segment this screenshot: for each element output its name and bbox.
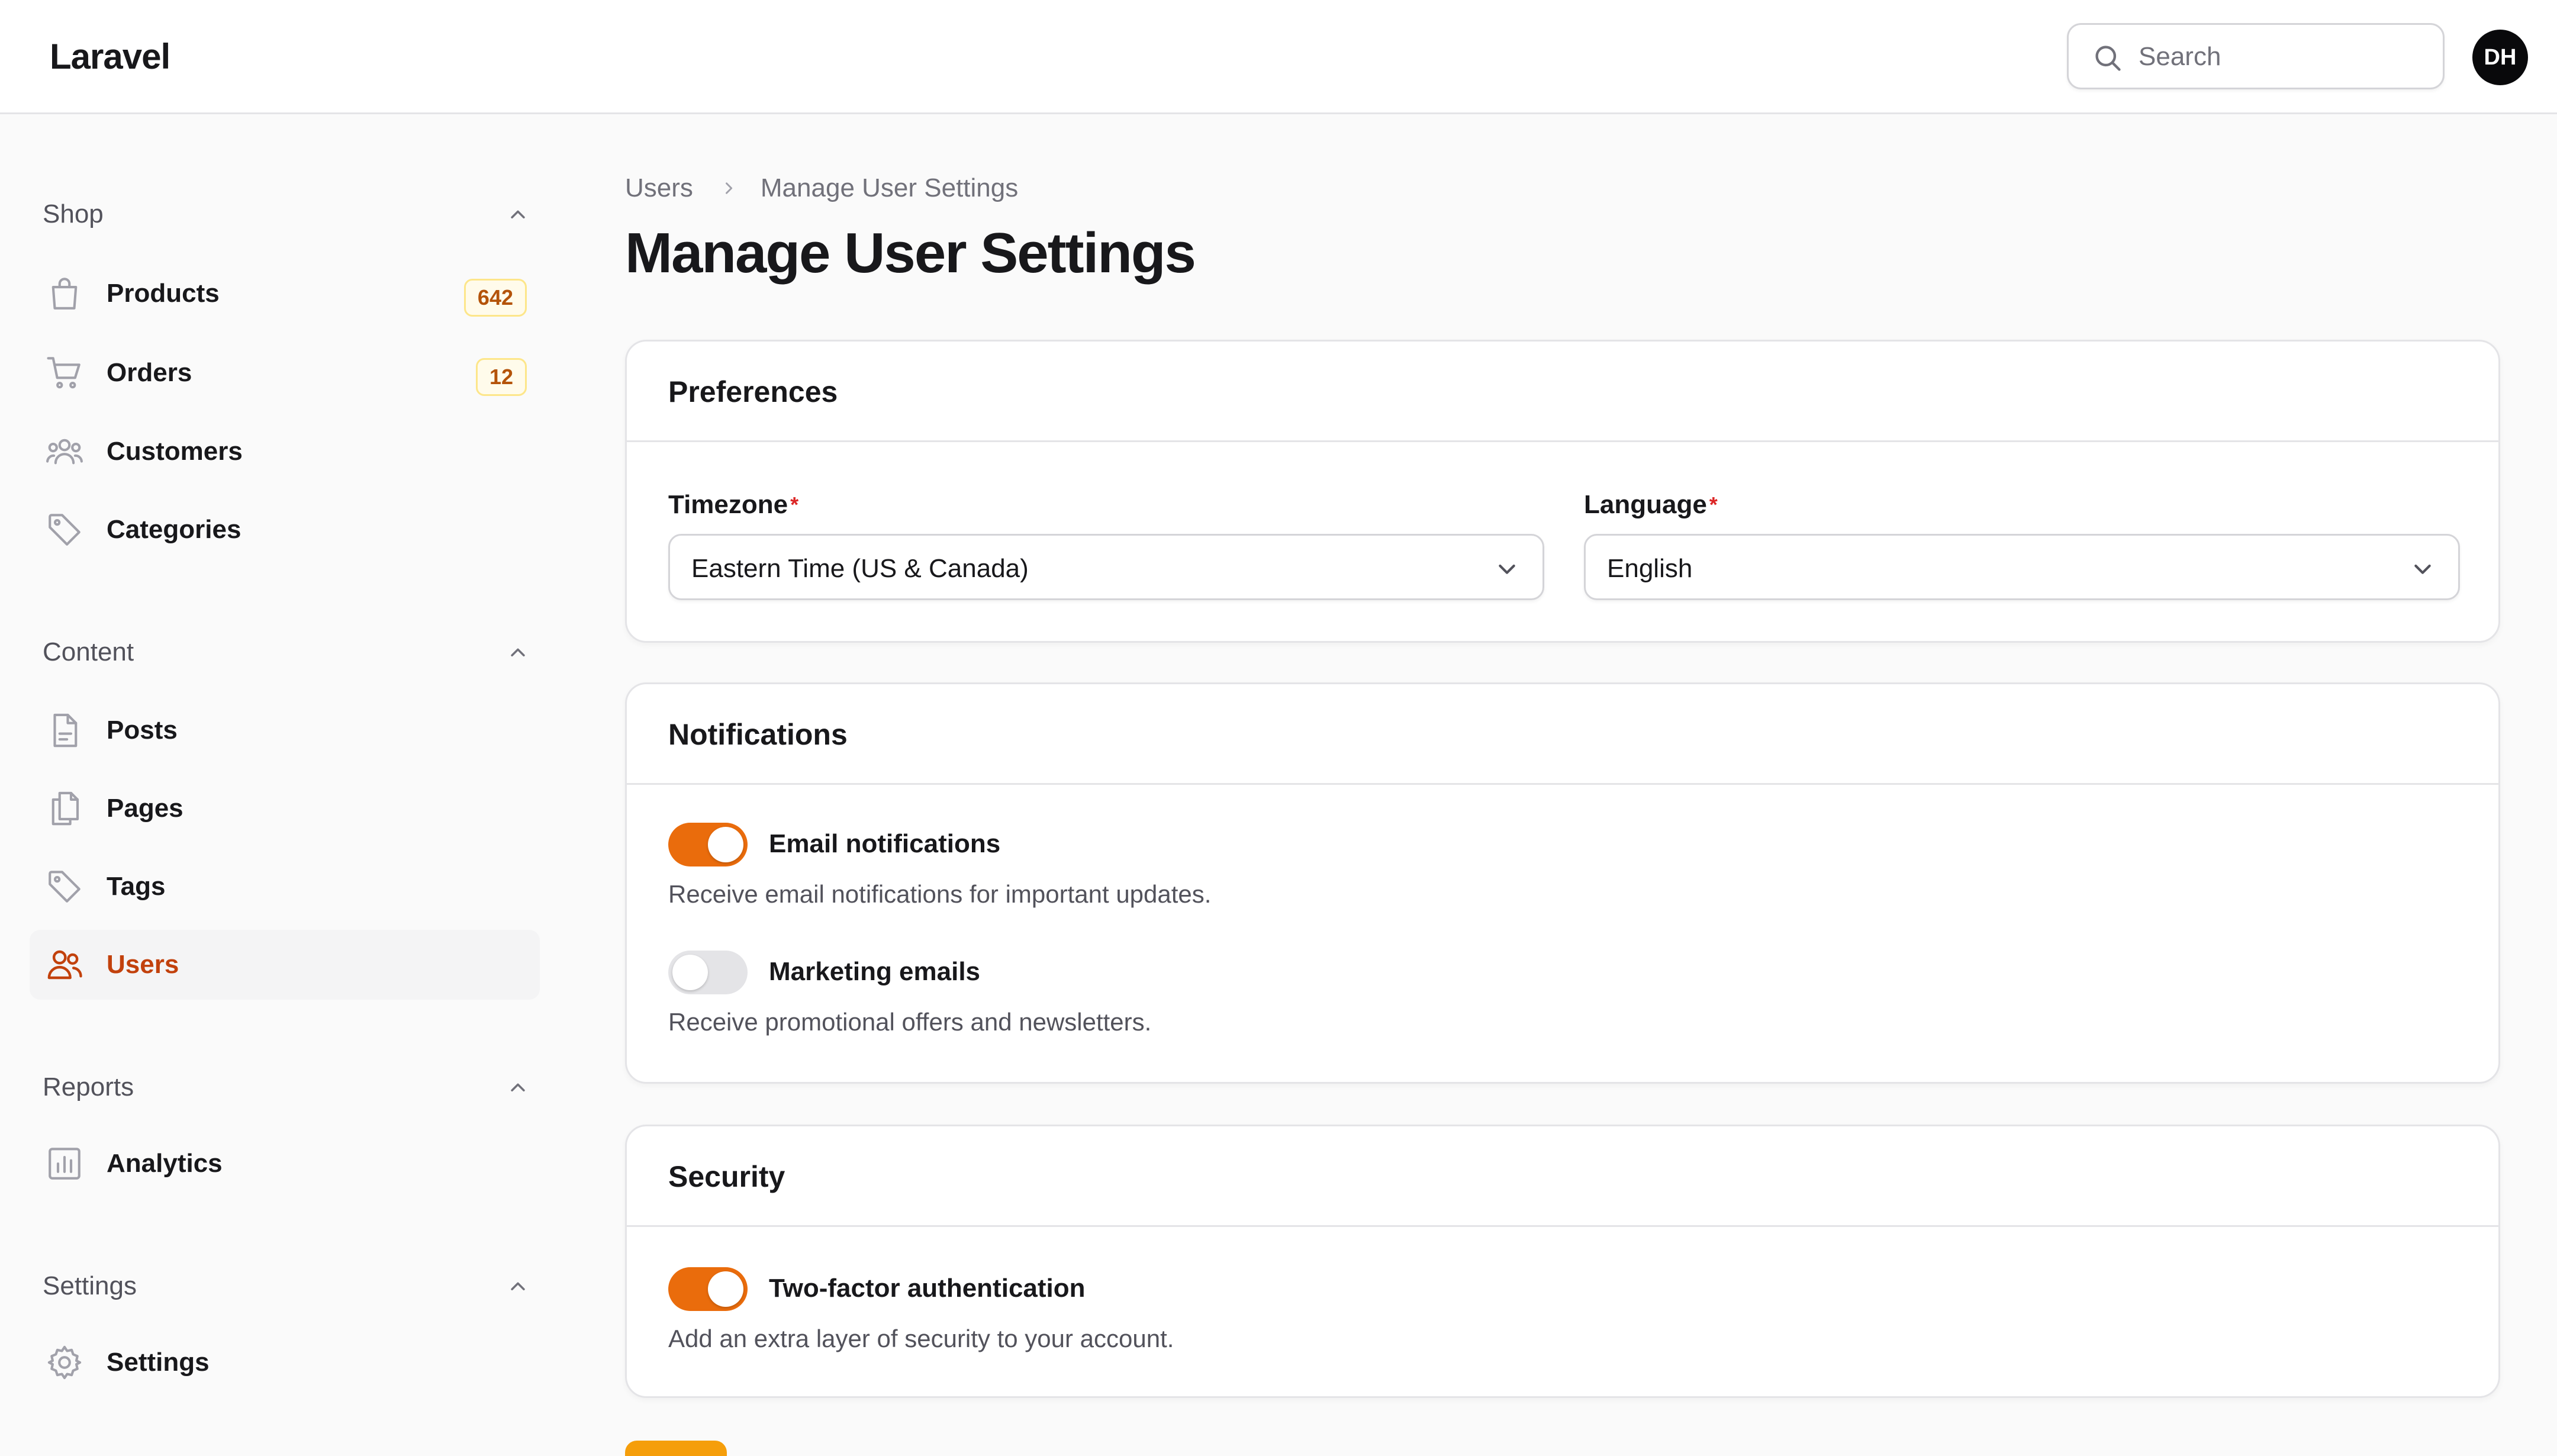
email-notifications-toggle[interactable]: [668, 823, 748, 866]
timezone-select[interactable]: Eastern Time (US & Canada): [668, 534, 1544, 600]
sidebar-group-content[interactable]: Content: [43, 634, 528, 670]
breadcrumb-current: Manage User Settings: [760, 173, 1019, 202]
sidebar-item-tags[interactable]: Tags: [30, 852, 540, 922]
required-mark: *: [1709, 492, 1718, 517]
search-input[interactable]: [2139, 38, 2423, 76]
shopping-bag-icon: [51, 278, 78, 310]
sidebar-item-analytics[interactable]: Analytics: [30, 1129, 540, 1199]
toggle-knob: [708, 827, 743, 862]
top-bar: Laravel DH: [0, 0, 2557, 114]
tag-icon: [49, 514, 80, 546]
shopping-cart-icon: [47, 357, 80, 389]
card-title: Notifications: [627, 684, 2498, 785]
sidebar-item-label: Tags: [107, 872, 166, 901]
chevron-down-icon: [2414, 564, 2431, 574]
document-icon: [53, 713, 78, 748]
marketing-emails-toggle[interactable]: [668, 951, 748, 994]
sidebar-group-label: Reports: [43, 1072, 134, 1101]
sidebar-item-label: Pages: [107, 794, 183, 823]
card-title: Security: [627, 1126, 2498, 1227]
email-notifications-description: Receive email notifications for importan…: [668, 880, 1212, 908]
documents-icon: [51, 791, 79, 826]
sidebar-item-settings[interactable]: Settings: [30, 1328, 540, 1397]
search-box[interactable]: [2067, 23, 2445, 89]
sidebar-group-label: Settings: [43, 1271, 137, 1300]
select-value: Eastern Time (US & Canada): [691, 554, 1029, 583]
tag-icon: [49, 871, 80, 903]
language-label: Language *: [1584, 487, 1718, 523]
chevron-up-icon: [511, 1083, 525, 1092]
sidebar-item-orders[interactable]: Orders 12: [30, 338, 540, 408]
chevron-up-icon: [511, 210, 525, 219]
sidebar-item-label: Products: [107, 279, 220, 308]
users-icon: [47, 950, 82, 980]
field-label-text: Language: [1584, 490, 1707, 519]
sidebar-item-label: Orders: [107, 358, 192, 387]
sidebar: Shop Products 642 Orders 12 Customers Ca…: [0, 116, 568, 1456]
user-avatar[interactable]: DH: [2472, 30, 2528, 85]
email-notifications-label: Email notifications: [769, 829, 1001, 858]
select-value: English: [1607, 554, 1693, 583]
save-button[interactable]: [625, 1441, 727, 1456]
sidebar-item-label: Categories: [107, 515, 241, 544]
sidebar-item-pages[interactable]: Pages: [30, 774, 540, 843]
chevron-right-icon: [725, 182, 733, 194]
sidebar-item-categories[interactable]: Categories: [30, 495, 540, 565]
page-title: Manage User Settings: [625, 221, 1196, 285]
sidebar-group-settings[interactable]: Settings: [43, 1268, 528, 1304]
toggle-knob: [708, 1271, 743, 1307]
sidebar-item-label: Users: [107, 950, 179, 979]
marketing-emails-label: Marketing emails: [769, 957, 981, 986]
sidebar-item-label: Settings: [107, 1348, 210, 1377]
card-title: Preferences: [627, 342, 2498, 442]
two-factor-description: Add an extra layer of security to your a…: [668, 1325, 1174, 1352]
marketing-emails-description: Receive promotional offers and newslette…: [668, 1008, 1152, 1036]
sidebar-item-label: Posts: [107, 716, 178, 745]
sidebar-item-posts[interactable]: Posts: [30, 695, 540, 765]
two-factor-toggle[interactable]: [668, 1267, 748, 1311]
sidebar-item-users[interactable]: Users: [30, 930, 540, 1000]
required-mark: *: [790, 492, 799, 517]
brand-logo[interactable]: Laravel: [50, 33, 170, 80]
notifications-card: Notifications Email notifications Receiv…: [625, 682, 2500, 1084]
chevron-up-icon: [511, 648, 525, 657]
breadcrumb: Users Manage User Settings: [625, 170, 1018, 206]
count-badge: 12: [475, 358, 527, 396]
timezone-label: Timezone *: [668, 487, 798, 523]
sidebar-group-reports[interactable]: Reports: [43, 1070, 528, 1105]
security-card: Security Two-factor authentication Add a…: [625, 1125, 2500, 1398]
sidebar-group-shop[interactable]: Shop: [43, 197, 528, 232]
chevron-up-icon: [511, 1282, 525, 1291]
gear-icon: [47, 1345, 82, 1380]
sidebar-item-products[interactable]: Products 642: [30, 259, 540, 328]
field-label-text: Timezone: [668, 490, 788, 519]
language-select[interactable]: English: [1584, 534, 2460, 600]
breadcrumb-link-users[interactable]: Users: [625, 170, 693, 206]
sidebar-item-label: Analytics: [107, 1149, 223, 1178]
sidebar-group-label: Shop: [43, 199, 104, 228]
users-group-icon: [46, 439, 83, 465]
chevron-down-icon: [1499, 564, 1515, 574]
toggle-knob: [672, 955, 708, 990]
sidebar-item-customers[interactable]: Customers: [30, 417, 540, 487]
sidebar-item-label: Customers: [107, 437, 243, 466]
count-badge: 642: [463, 279, 527, 317]
sidebar-group-label: Content: [43, 637, 134, 666]
preferences-card: Preferences Timezone * Eastern Time (US &…: [625, 340, 2500, 643]
chart-bar-icon: [49, 1148, 80, 1180]
search-icon: [2095, 46, 2121, 71]
two-factor-label: Two-factor authentication: [769, 1274, 1086, 1303]
